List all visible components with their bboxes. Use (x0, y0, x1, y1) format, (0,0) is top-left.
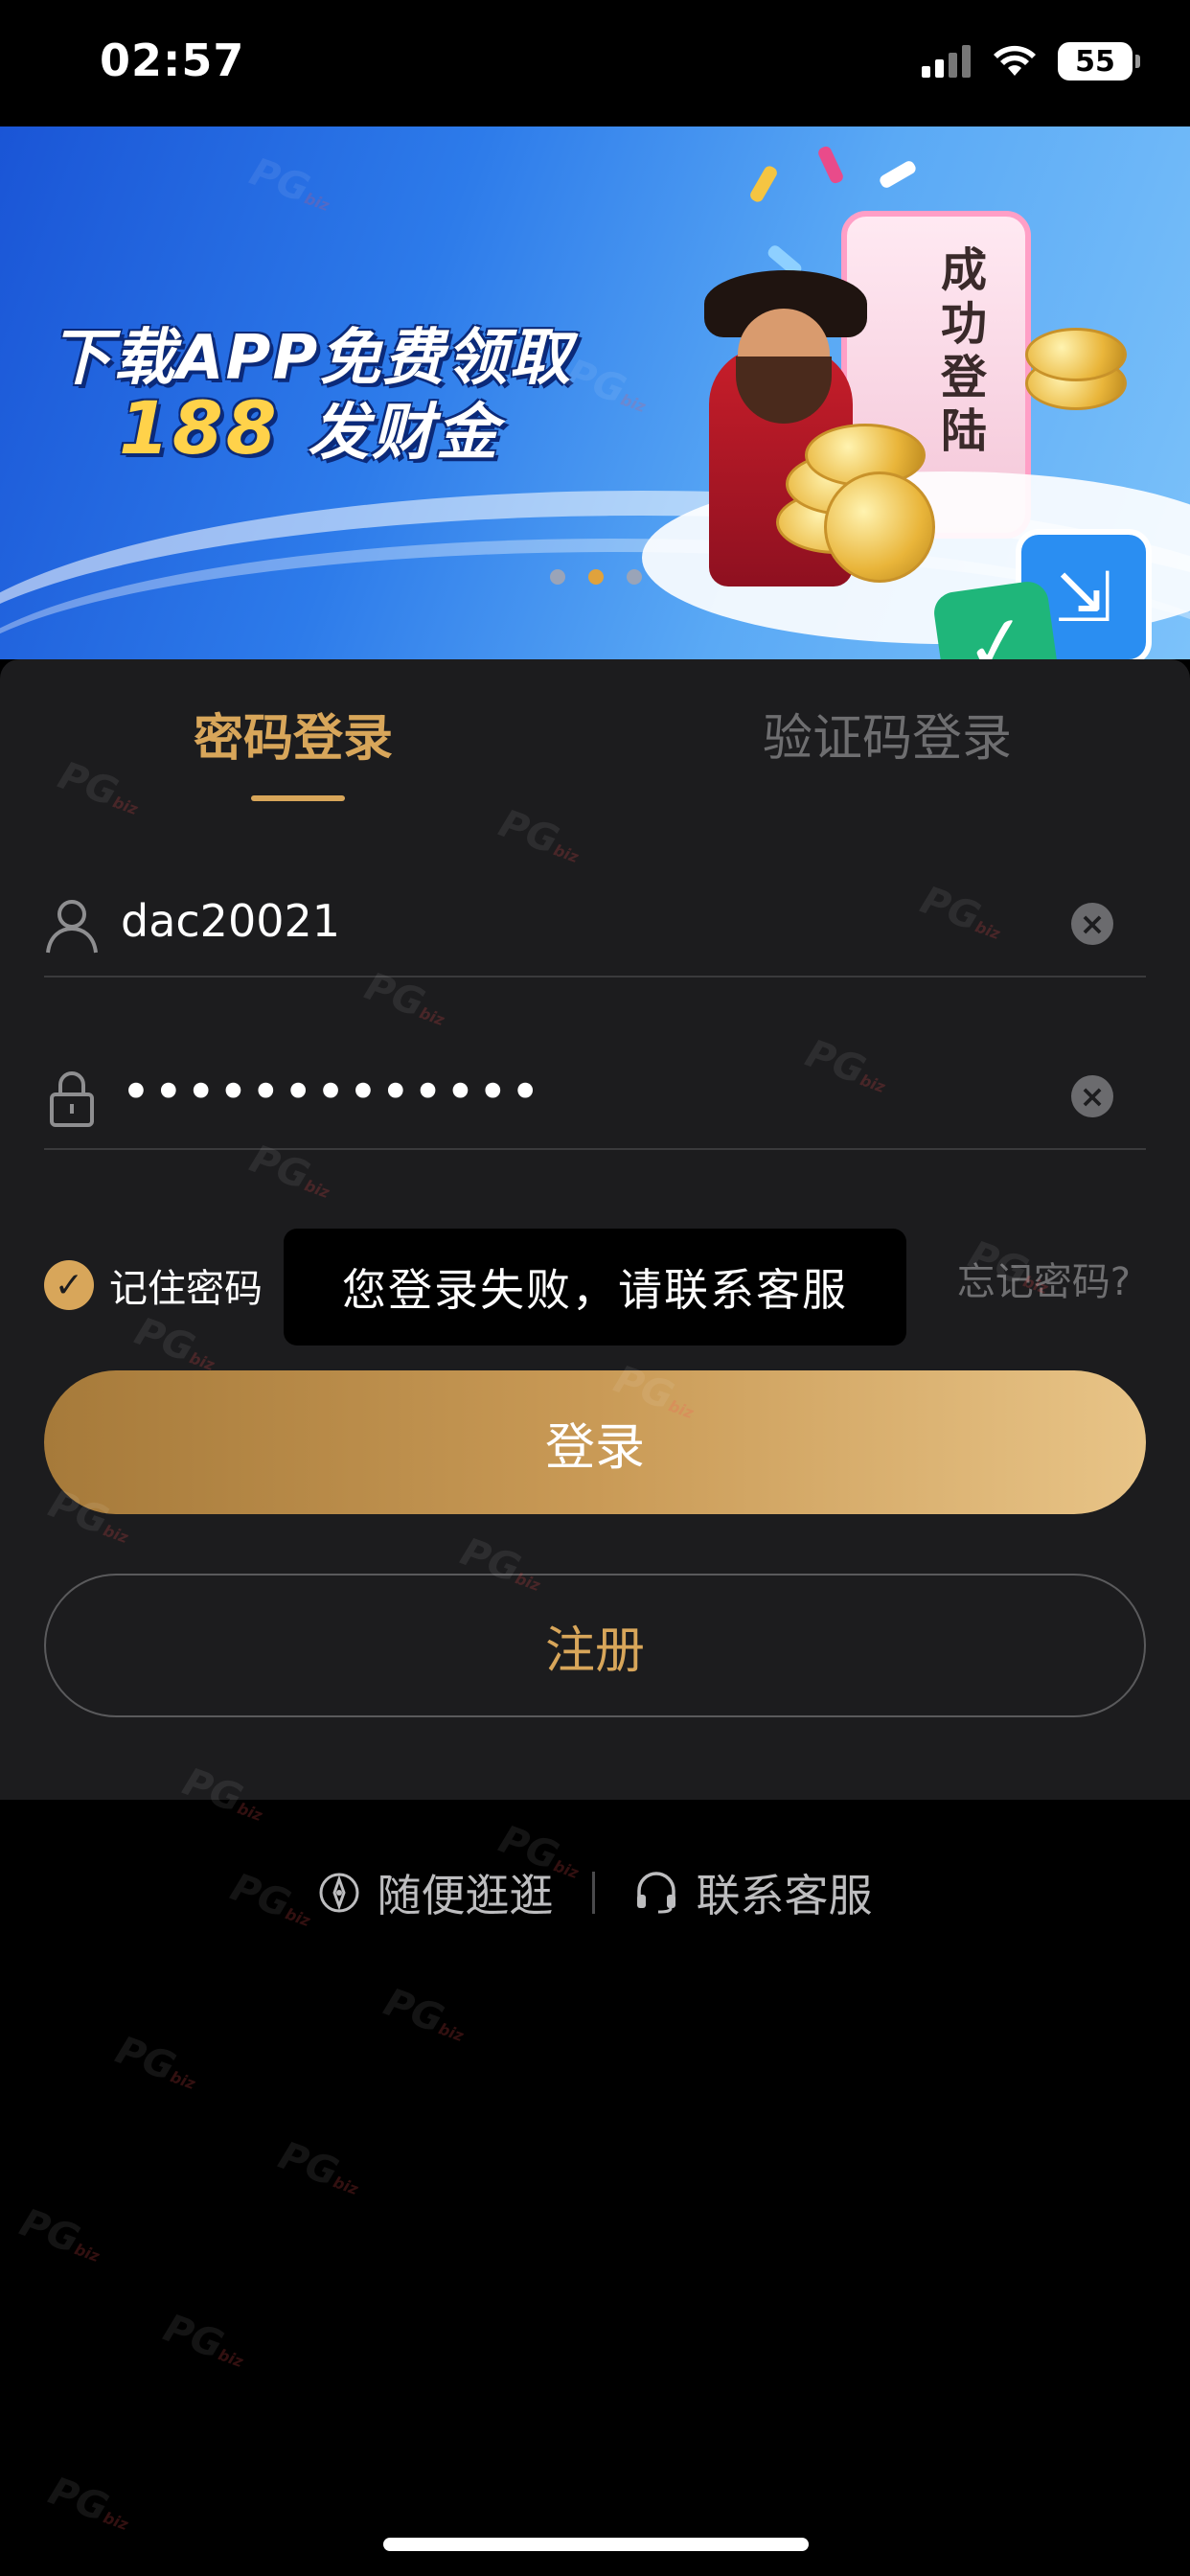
banner-amount: 188 (119, 385, 280, 471)
footer-links: 随便逛逛 联系客服 (0, 1861, 1190, 1924)
coin-decoration (1025, 328, 1127, 381)
lock-icon (50, 1071, 94, 1127)
password-field[interactable]: ••••••••••••• × (44, 1043, 1146, 1150)
watermark: PGbiz (42, 2469, 131, 2535)
clear-password-icon[interactable]: × (1071, 1075, 1113, 1117)
wifi-icon (994, 45, 1036, 76)
login-button[interactable]: 登录 (44, 1370, 1146, 1514)
carousel-dots (550, 569, 642, 585)
checkbox-checked-icon[interactable]: ✓ (44, 1260, 94, 1310)
compass-icon (319, 1873, 358, 1913)
clear-username-icon[interactable]: × (1071, 903, 1113, 945)
headset-icon (636, 1872, 675, 1914)
tab-code-login[interactable]: 验证码登录 (763, 698, 1012, 770)
banner-suffix: 发财金 (308, 398, 501, 469)
username-input[interactable]: dac20021 (121, 895, 340, 947)
browse-link[interactable]: 随便逛逛 (318, 1861, 554, 1924)
home-indicator[interactable] (383, 2538, 809, 2551)
remember-password-label: 记住密码 (109, 1267, 263, 1311)
watermark: PGbiz (157, 2306, 246, 2372)
coin-decoration (824, 472, 935, 583)
active-tab-indicator (251, 795, 345, 801)
confetti-decoration (878, 158, 918, 191)
status-bar: 02:57 55 (0, 0, 1190, 126)
watermark: PGbiz (272, 2133, 361, 2199)
cellular-signal-icon (922, 45, 971, 78)
customer-service-label: 联系客服 (696, 1870, 873, 1921)
carousel-dot[interactable] (550, 569, 565, 585)
confetti-decoration (816, 144, 845, 186)
watermark: PGbiz (13, 2200, 103, 2266)
password-input[interactable]: ••••••••••••• (121, 1062, 542, 1122)
remember-password-toggle[interactable]: ✓ 记住密码 (44, 1257, 263, 1313)
tab-password-login[interactable]: 密码登录 (194, 698, 393, 770)
footer-divider (591, 1872, 595, 1914)
customer-service-link[interactable]: 联系客服 (633, 1861, 873, 1924)
user-icon (46, 900, 98, 954)
banner-subheadline: 188 发财金 (119, 383, 500, 472)
confetti-decoration (747, 164, 780, 204)
carousel-dot[interactable] (627, 569, 642, 585)
watermark: PGbiz (109, 2028, 198, 2094)
status-time: 02:57 (100, 34, 245, 86)
error-toast: 您登录失败，请联系客服 (284, 1229, 906, 1346)
status-icons: 55 (922, 42, 1140, 80)
register-button[interactable]: 注册 (44, 1574, 1146, 1717)
battery-indicator: 55 (1058, 42, 1140, 80)
carousel-dot-active[interactable] (588, 569, 604, 585)
watermark: PGbiz (378, 1980, 467, 2046)
